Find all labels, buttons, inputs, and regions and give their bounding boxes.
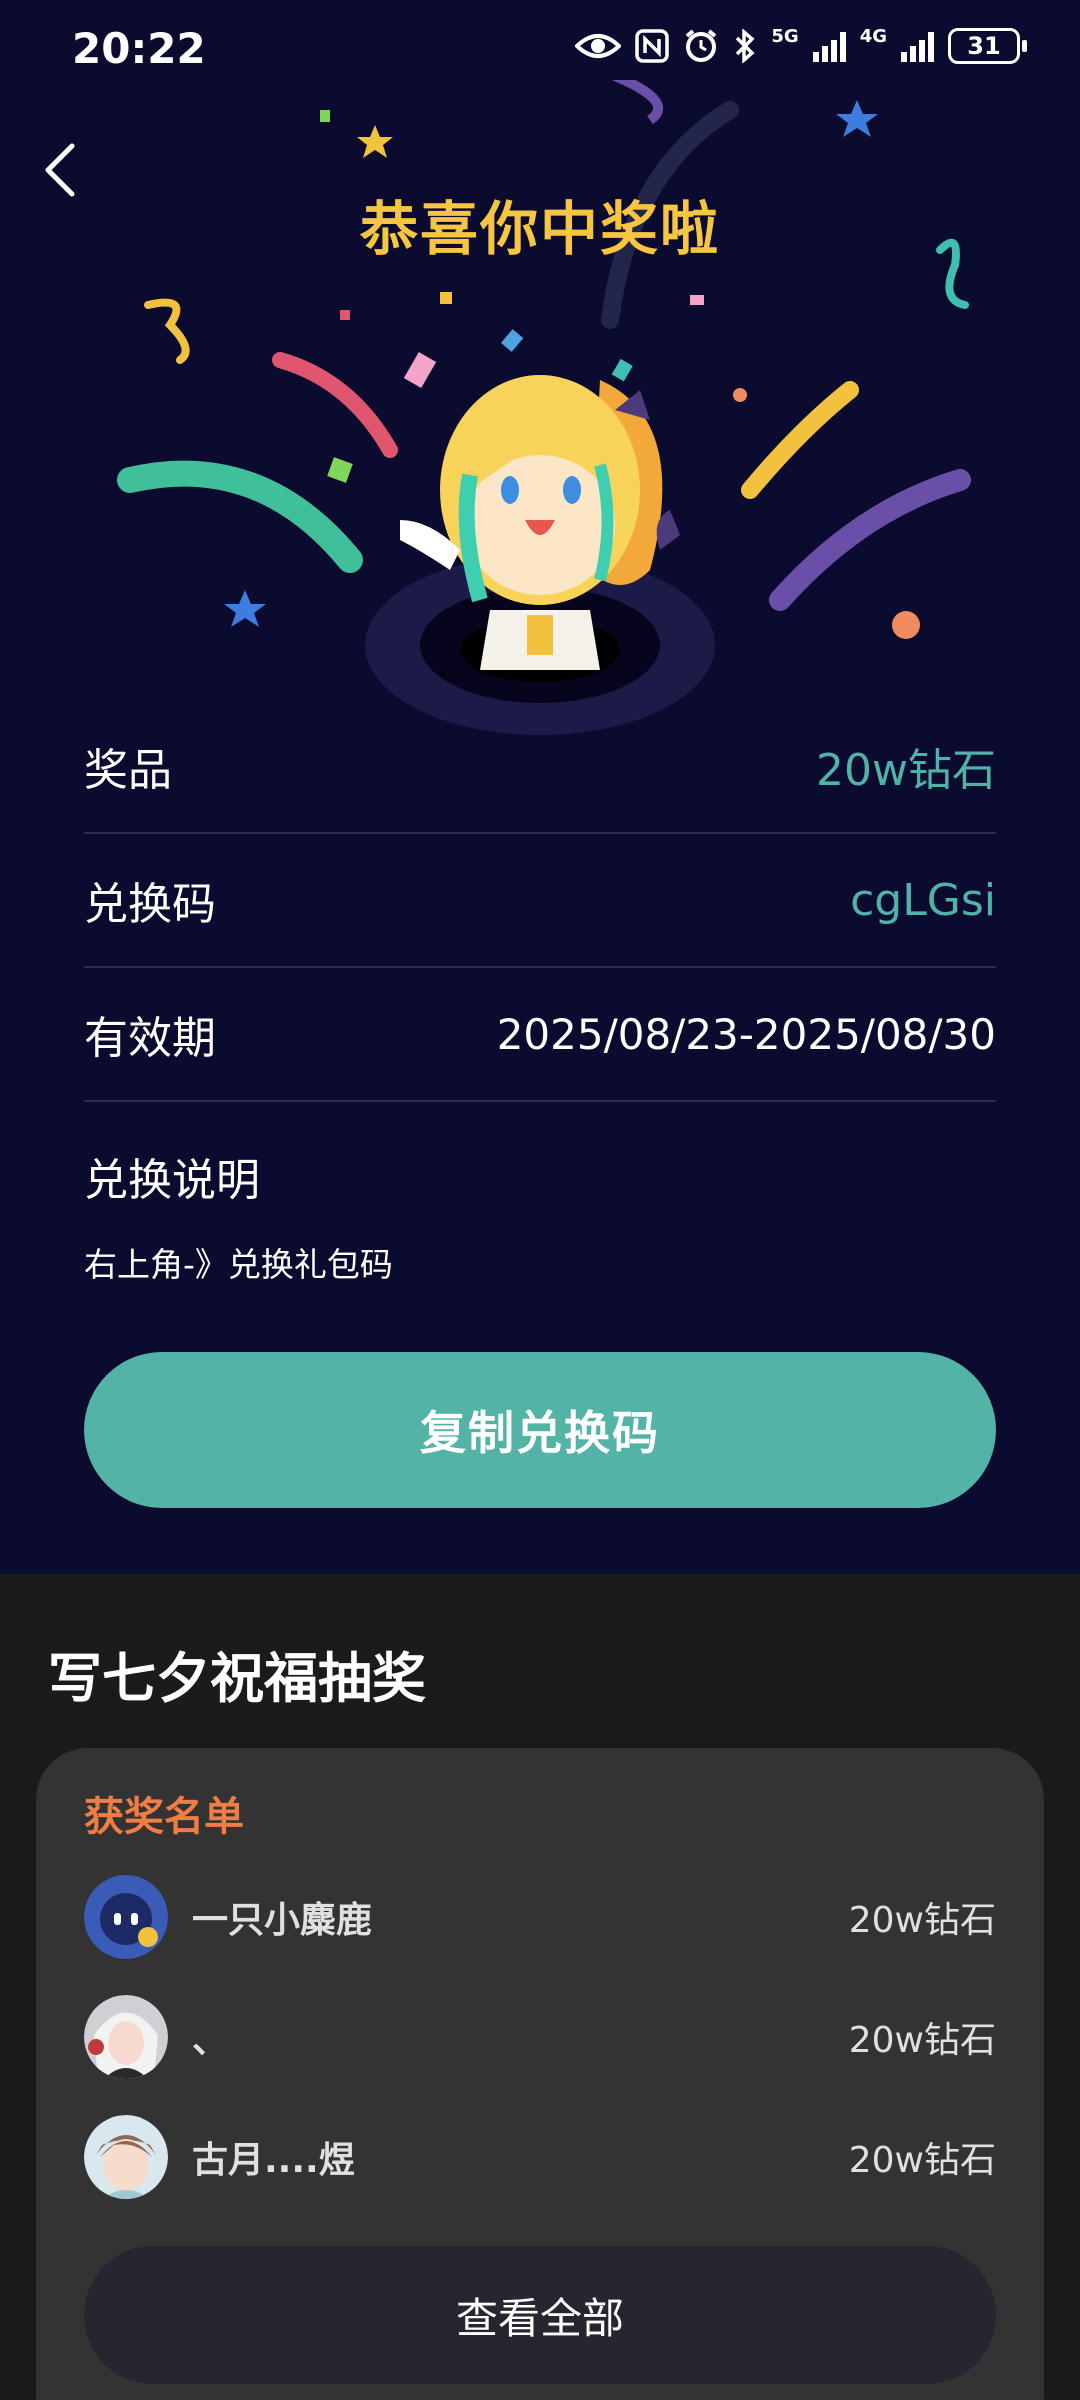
alarm-icon (686, 29, 717, 62)
section-title: 写七夕祝福抽奖 (48, 1647, 426, 1710)
winner-row: 一只小麋鹿 20w钻石 (84, 1872, 996, 1962)
network-4g-label: 4G (859, 26, 887, 47)
battery-icon: 31 (948, 28, 1027, 64)
copy-code-button[interactable]: 复制兑换码 (84, 1352, 996, 1508)
eye-icon (575, 34, 622, 58)
winner-prize: 20w钻石 (848, 2020, 996, 2061)
signal-5g-icon (812, 30, 846, 62)
validity-row: 有效期 2025/08/23-2025/08/30 (84, 968, 996, 1102)
code-label: 兑换码 (84, 879, 216, 930)
prize-row: 奖品 20w钻石 (84, 700, 996, 834)
winners-title: 获奖名单 (84, 1794, 244, 1840)
winner-row: 古月....煜 20w钻石 (84, 2112, 996, 2202)
explain-label: 兑换说明 (84, 1155, 260, 1206)
prize-details: 奖品 20w钻石 兑换码 cgLGsi 有效期 2025/08/23-2025/… (84, 700, 996, 1286)
winner-prize: 20w钻石 (848, 1900, 996, 1941)
avatar[interactable] (84, 1875, 168, 1959)
prize-label: 奖品 (84, 745, 172, 796)
explain-text: 右上角-》兑换礼包码 (84, 1245, 393, 1284)
winner-row: 、 20w钻石 (84, 1992, 996, 2082)
winner-name: 古月....煜 (192, 2140, 355, 2181)
status-icons: 5G 4G 31 (575, 26, 1027, 64)
celebration-illustration (117, 80, 971, 735)
winner-name: 一只小麋鹿 (192, 1900, 373, 1941)
status-time: 20:22 (72, 24, 206, 73)
winner-name: 、 (192, 2020, 229, 2061)
validity-value: 2025/08/23-2025/08/30 (496, 1009, 996, 1059)
code-value[interactable]: cgLGsi (850, 875, 996, 926)
signal-4g-icon (901, 30, 934, 62)
prize-panel: 20:22 5G 4G 31 恭喜你中奖啦 奖品 20w钻石 兑换码 cgLGs… (0, 0, 1080, 1574)
winners-card: 获奖名单 一只小麋鹿 20w钻石 、 20w钻石 古月....煜 20w钻石 查… (36, 1748, 1044, 2400)
page-title: 恭喜你中奖啦 (359, 195, 720, 263)
avatar[interactable] (84, 2115, 168, 2199)
view-all-button[interactable]: 查看全部 (84, 2246, 996, 2384)
bluetooth-icon (736, 29, 755, 63)
network-5g-label: 5G (771, 26, 799, 47)
validity-label: 有效期 (84, 1013, 216, 1064)
winner-prize: 20w钻石 (848, 2140, 996, 2181)
code-row: 兑换码 cgLGsi (84, 834, 996, 968)
avatar[interactable] (84, 1995, 168, 2079)
nfc-icon (635, 29, 670, 63)
prize-value: 20w钻石 (816, 745, 996, 796)
